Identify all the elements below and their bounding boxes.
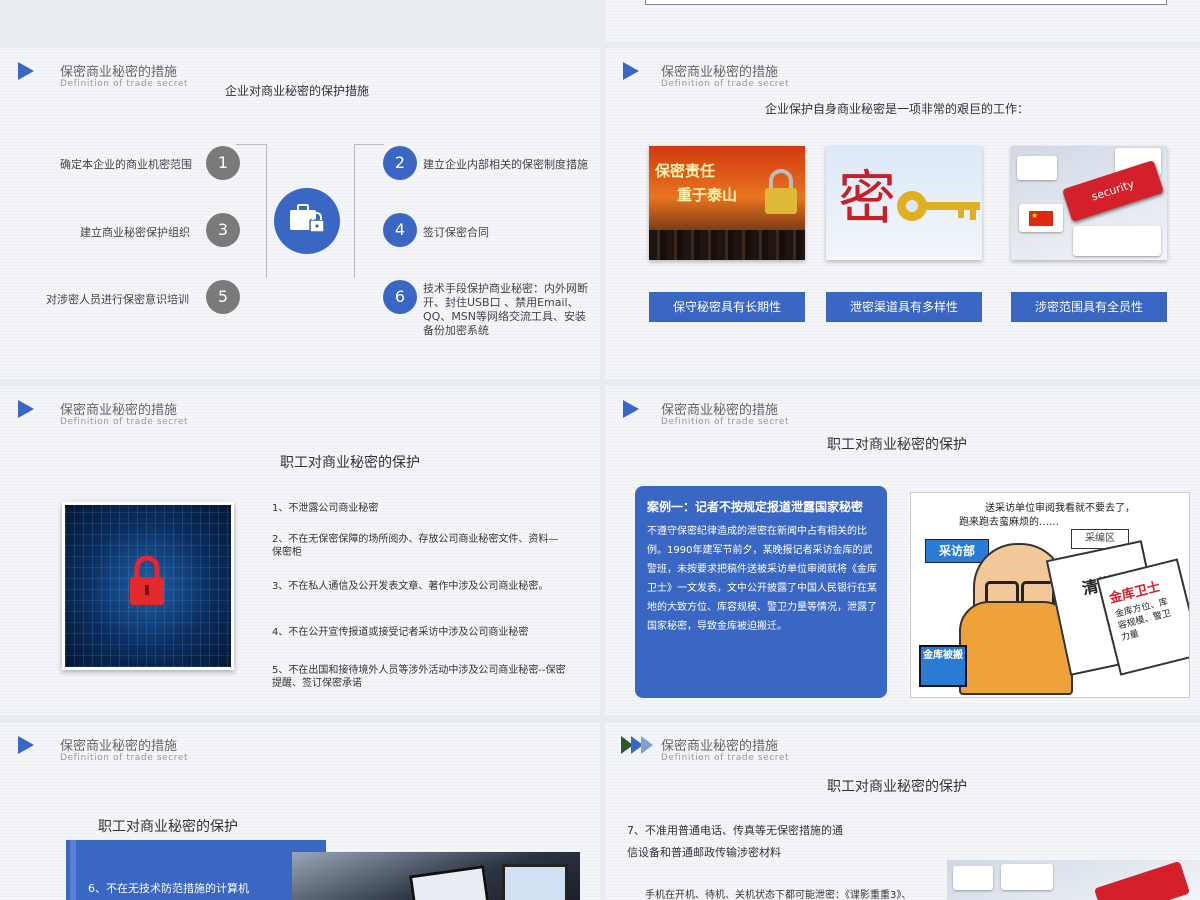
rule-item-6: 6、不在无技术防范措施的计算机 — [88, 882, 249, 895]
measure-text-5: 对涉密人员进行保密意识培训 — [46, 293, 189, 306]
measure-text-6: 技术手段保护商业秘密：内外网断开、封住USB口 、禁用Email、QQ、MSN等… — [423, 282, 588, 337]
header-arrow-icon — [623, 62, 639, 80]
china-flag-icon: ★ — [1029, 211, 1053, 226]
chevron-icon — [641, 736, 653, 754]
header-title: 保密商业秘密的措施 — [60, 739, 178, 754]
cartoon-reporter-body — [959, 601, 1073, 695]
security-key-label: security — [1089, 177, 1136, 204]
keyboard-key — [1001, 864, 1053, 890]
header-subtitle: Definition of trade secret — [661, 79, 790, 89]
case-title: 案例一：记者不按规定报道泄露国家秘密 — [647, 500, 864, 514]
slide-subtitle: 职工对商业秘密的保护 — [280, 455, 420, 471]
header-title: 保密商业秘密的措施 — [661, 403, 779, 418]
image-security-keyboard-partial — [947, 860, 1200, 900]
slide-staff-protection-2[interactable]: 保密商业秘密的措施 Definition of trade secret 职工对… — [0, 722, 600, 900]
header-subtitle: Definition of trade secret — [60, 417, 189, 427]
header-arrow-icon — [18, 400, 34, 418]
slide-protection-measures[interactable]: 保密商业秘密的措施 Definition of trade secret 企业对… — [0, 48, 600, 380]
connector-line — [266, 144, 267, 278]
measure-number-5: 5 — [206, 280, 240, 314]
tablet-device — [502, 864, 568, 900]
cartoon-caption-1: 送采访单位审阅我看就不要去了， — [985, 503, 1135, 514]
phone-note: 手机在开机、待机、关机状态下都可能泄密：《谍影重重3》、 — [645, 890, 912, 900]
header-title: 保密商业秘密的措施 — [661, 739, 779, 754]
measure-text-3: 建立商业秘密保护组织 — [80, 226, 190, 239]
keyboard-key — [953, 866, 993, 890]
keyboard-key: ★ — [1019, 204, 1063, 232]
rule-item-1: 1、不泄露公司商业秘密 — [272, 503, 379, 514]
keyboard-key — [1017, 156, 1057, 180]
measure-number-3: 3 — [206, 213, 240, 247]
rule-item-7-line1: 7、不准用普通电话、传真等无保密措施的通 — [627, 824, 843, 837]
case-body: 不遵守保密纪律造成的泄密在新闻中占有相关的比例。1990年建军节前夕，某晚报记者… — [647, 526, 877, 632]
image-security-keyboard: security ★ — [1011, 146, 1167, 260]
rule-item-3: 3、不在私人通信及公开发表文章、著作中涉及公司商业秘密。 — [272, 581, 549, 592]
header-subtitle: Definition of trade secret — [60, 753, 189, 763]
label-diverse-channels: 泄密渠道具有多样性 — [826, 292, 982, 322]
measure-text-4: 签订保密合同 — [423, 226, 489, 239]
cartoon-vault-badge: 金库被搬 — [919, 645, 967, 687]
image-secret-key: 密 — [826, 146, 982, 260]
image-confidentiality-poster: 保密责任 重于泰山 — [649, 146, 805, 260]
briefcase-lock-icon — [274, 188, 340, 254]
tablet-device — [408, 864, 492, 900]
header-title: 保密商业秘密的措施 — [60, 65, 178, 80]
header-arrow-icon — [18, 62, 34, 80]
header-arrow-icon — [623, 400, 639, 418]
header-title: 保密商业秘密的措施 — [661, 65, 779, 80]
connector-line — [354, 144, 384, 145]
slide-protection-difficulty[interactable]: 保密商业秘密的措施 Definition of trade secret 企业保… — [605, 48, 1200, 380]
connector-line — [354, 144, 355, 278]
rule-item-7-line2: 信设备和普通邮政传输涉密材料 — [627, 846, 781, 859]
red-padlock-icon — [130, 555, 164, 605]
image-digital-lock — [62, 502, 234, 670]
poster-line2: 重于泰山 — [677, 186, 738, 204]
measure-number-1: 1 — [206, 146, 240, 180]
key-icon — [897, 191, 980, 221]
cartoon-caption-2: 跑来跑去蛮麻烦的…… — [959, 517, 1059, 528]
label-long-term: 保守秘密具有长期性 — [649, 292, 805, 322]
measure-number-2: 2 — [383, 146, 417, 180]
cartoon-dept-sign: 采访部 — [925, 539, 989, 563]
security-key — [1093, 860, 1191, 900]
partial-frame — [645, 0, 1167, 5]
header-arrow-icon — [18, 736, 34, 754]
slide-subtitle: 职工对商业秘密的保护 — [827, 437, 967, 453]
panel-accent — [70, 840, 76, 900]
slide-staff-protection-case[interactable]: 保密商业秘密的措施 Definition of trade secret 职工对… — [605, 386, 1200, 716]
header-subtitle: Definition of trade secret — [60, 79, 189, 89]
city-skyline — [649, 230, 805, 260]
measure-text-1: 确定本企业的商业机密范围 — [60, 158, 192, 171]
measure-number-4: 4 — [383, 213, 417, 247]
slide-subtitle: 职工对商业秘密的保护 — [827, 779, 967, 795]
slide-top-partial — [605, 0, 1200, 42]
padlock-icon — [765, 169, 797, 214]
measure-text-2: 建立企业内部相关的保密制度措施 — [423, 158, 588, 171]
header-subtitle: Definition of trade secret — [661, 753, 790, 763]
header-subtitle: Definition of trade secret — [661, 417, 790, 427]
blue-panel: 6、不在无技术防范措施的计算机 — [66, 840, 326, 900]
label-all-staff: 涉密范围具有全员性 — [1011, 292, 1167, 322]
image-business-tablet — [292, 852, 580, 900]
keyboard-key — [1073, 226, 1161, 256]
image-reporter-cartoon: 送采访单位审阅我看就不要去了， 跑来跑去蛮麻烦的…… 采访部 采编区 清样 金库… — [910, 492, 1190, 698]
measure-number-6: 6 — [383, 280, 417, 314]
header-title: 保密商业秘密的措施 — [60, 403, 178, 418]
rule-item-5: 5、不在出国和接待境外人员等涉外活动中涉及公司商业秘密--保密提醒、签订保密承诺 — [272, 665, 566, 689]
connector-line — [236, 144, 266, 145]
slide-grid: 保密商业秘密的措施 Definition of trade secret 企业对… — [0, 0, 1200, 900]
slide-staff-protection-1[interactable]: 保密商业秘密的措施 Definition of trade secret 职工对… — [0, 386, 600, 716]
slide-subtitle: 职工对商业秘密的保护 — [98, 819, 238, 835]
slide-staff-protection-3[interactable]: 保密商业秘密的措施 Definition of trade secret 职工对… — [605, 722, 1200, 900]
rule-item-4: 4、不在公开宣传报道或接受记者采访中涉及公司商业秘密 — [272, 627, 529, 638]
secret-character: 密 — [838, 164, 897, 232]
poster-line1: 保密责任 — [655, 162, 716, 180]
slide-subtitle: 企业对商业秘密的保护措施 — [225, 84, 370, 98]
case-study-card: 案例一：记者不按规定报道泄露国家秘密 不遵守保密纪律造成的泄密在新闻中占有相关的… — [635, 486, 887, 698]
security-key: security — [1062, 159, 1164, 223]
slide-subtitle: 企业保护自身商业秘密是一项非常的艰巨的工作： — [765, 102, 1030, 116]
rule-item-2: 2、不在无保密保障的场所阅办、存放公司商业秘密文件、资料—保密柜 — [272, 534, 559, 558]
